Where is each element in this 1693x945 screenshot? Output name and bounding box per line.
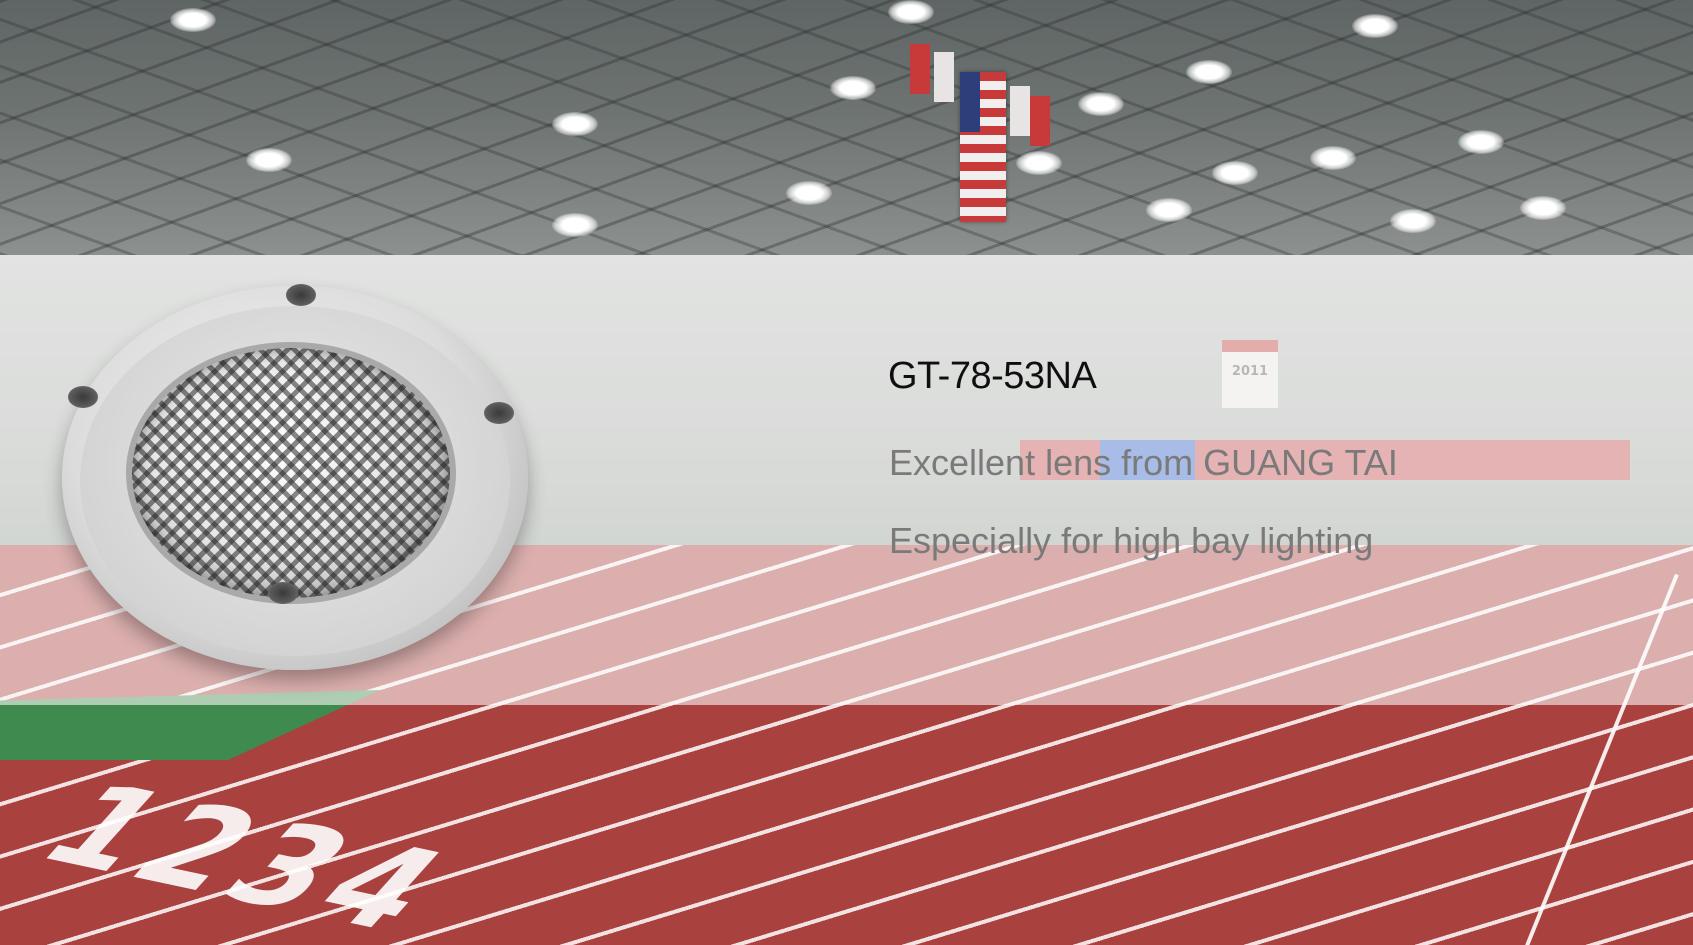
ceiling-light xyxy=(1310,146,1356,170)
product-tagline-1: Excellent lens from GUANG TAI xyxy=(889,442,1398,483)
product-tagline-2: Especially for high bay lighting xyxy=(889,520,1374,561)
ceiling-light xyxy=(1352,14,1398,38)
hero-banner: 2011 1234 GT-78-53NA Excellent lens from… xyxy=(0,0,1693,945)
mounting-hole xyxy=(484,402,514,424)
ceiling-light xyxy=(246,148,292,172)
ceiling-light xyxy=(830,76,876,100)
ceiling-light xyxy=(1078,92,1124,116)
ceiling-light xyxy=(1390,209,1436,233)
ceiling-light xyxy=(552,213,598,237)
ceiling-light xyxy=(1458,130,1504,154)
ceiling-light xyxy=(888,0,934,24)
ceiling-light xyxy=(786,181,832,205)
ceiling-trusses xyxy=(0,0,1693,255)
ceiling-light xyxy=(1186,60,1232,84)
product-model-title: GT-78-53NA xyxy=(888,355,1097,397)
ceiling-light xyxy=(552,112,598,136)
ceiling-light xyxy=(1212,161,1258,185)
american-flag-canton xyxy=(960,72,980,132)
lens-dome xyxy=(132,348,450,598)
ceiling-light xyxy=(1146,198,1192,222)
hanging-flag xyxy=(934,52,954,102)
lens-product-image xyxy=(62,284,528,670)
hanging-flag xyxy=(1010,86,1030,136)
ceiling-light xyxy=(1520,196,1566,220)
ceiling-light xyxy=(1016,151,1062,175)
mounting-hole xyxy=(68,386,98,408)
ceiling-light xyxy=(170,8,216,32)
hanging-flag xyxy=(1030,96,1050,146)
mounting-hole xyxy=(268,582,298,604)
mounting-hole xyxy=(286,284,316,306)
hanging-flag xyxy=(910,44,930,94)
